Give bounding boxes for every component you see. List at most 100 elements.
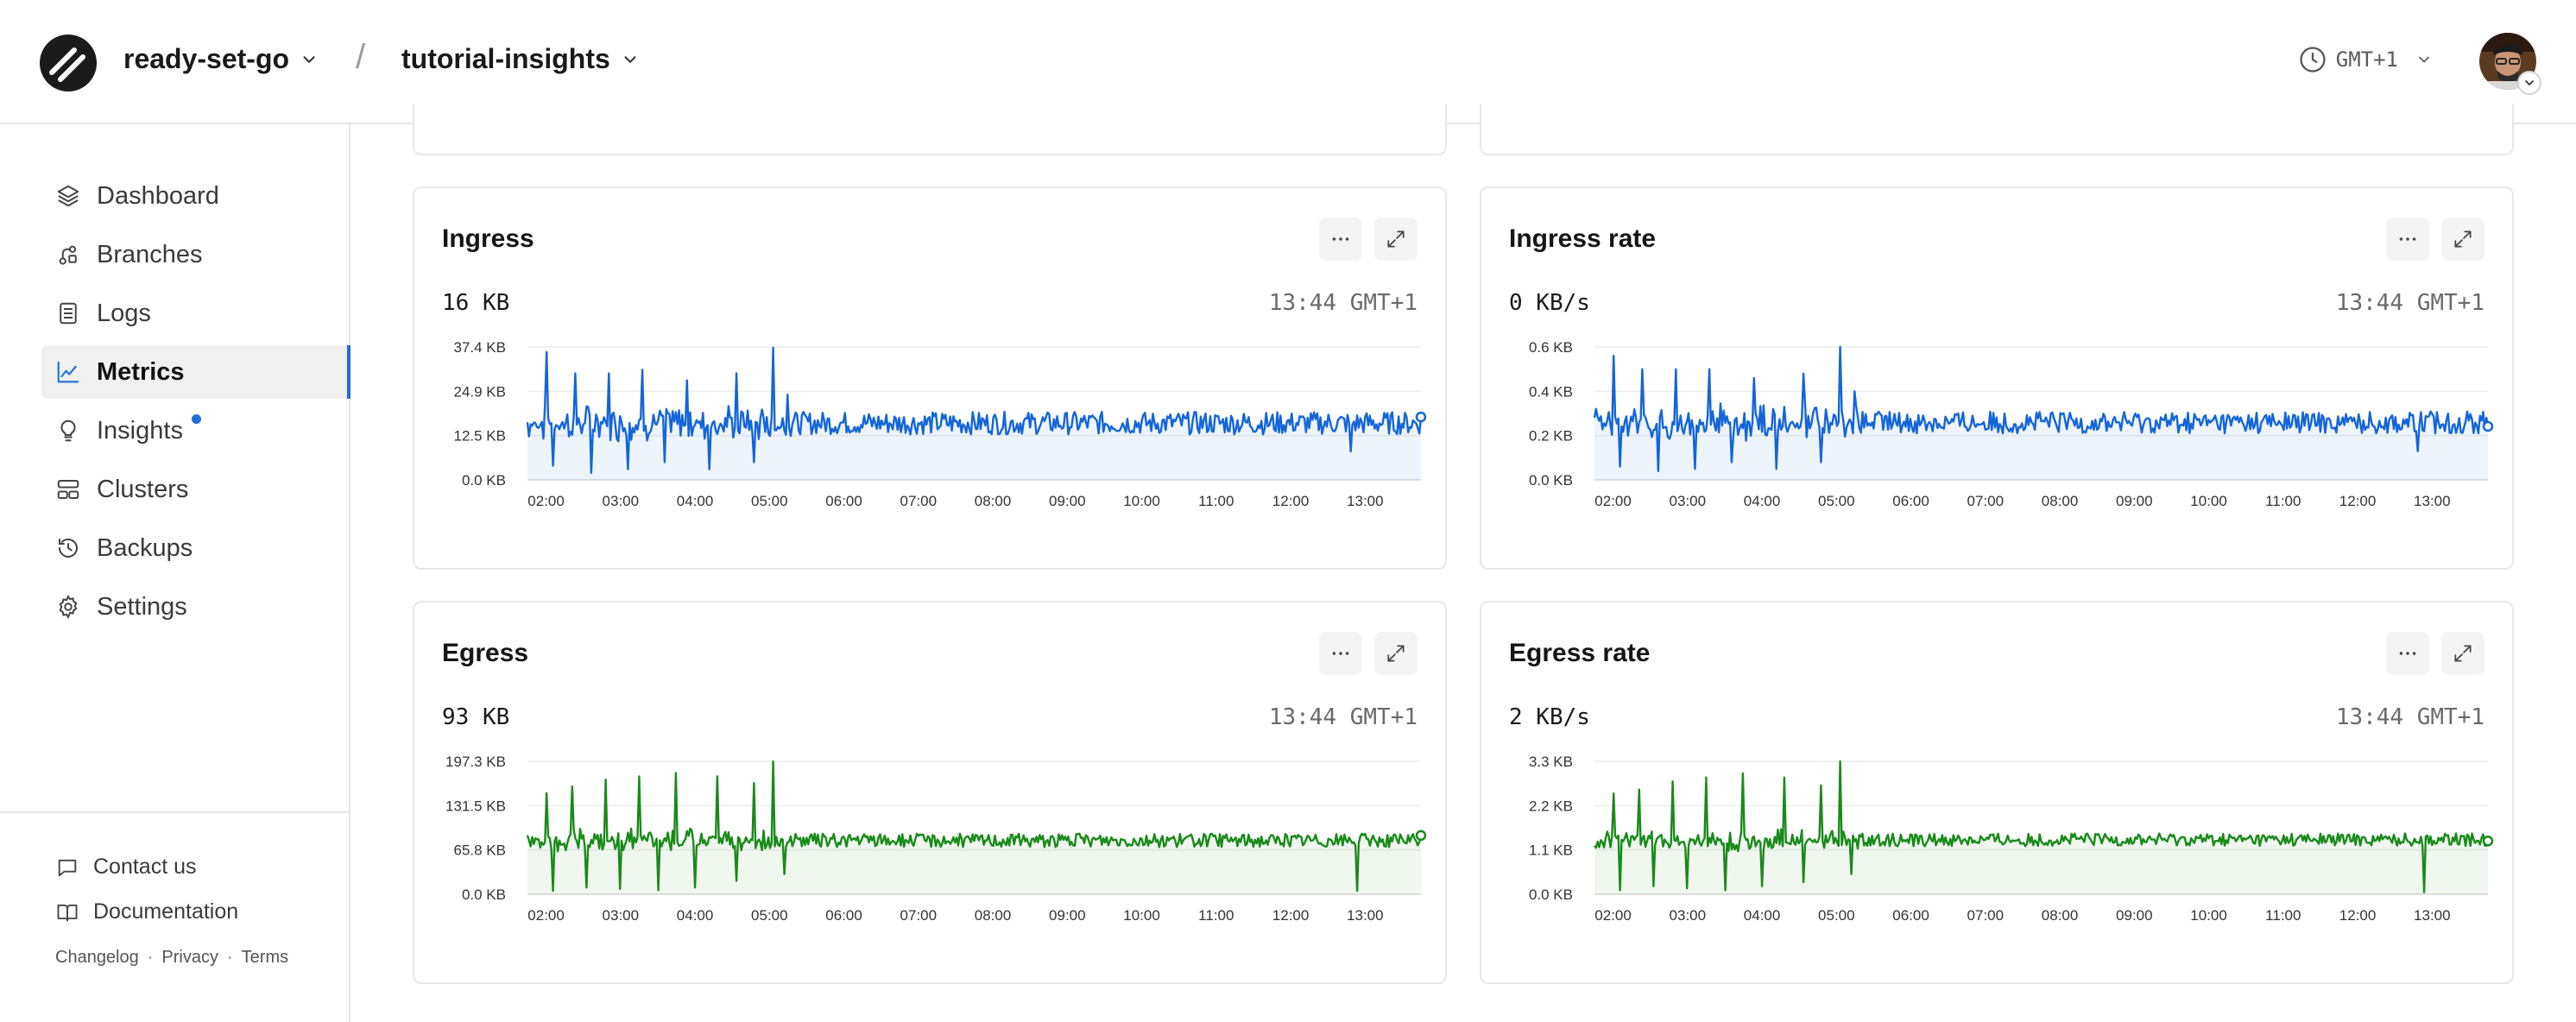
branch-icon xyxy=(59,245,77,265)
x-tick-label: 12:00 xyxy=(1272,907,1310,924)
sidebar-item-settings[interactable]: Settings xyxy=(41,580,349,634)
card-title: Egress rate xyxy=(1509,639,1651,667)
sidebar-item-branches[interactable]: Branches xyxy=(41,228,349,281)
x-tick-label: 03:00 xyxy=(603,907,640,924)
x-tick-label: 06:00 xyxy=(825,493,862,509)
x-tick-label: 09:00 xyxy=(2116,493,2153,509)
legal-separator: · xyxy=(147,948,154,967)
expand-button[interactable] xyxy=(1374,218,1417,261)
expand-button[interactable] xyxy=(2441,632,2484,675)
x-tick-label: 05:00 xyxy=(1818,907,1855,924)
latest-point-marker xyxy=(1415,830,1427,842)
privacy-link[interactable]: Privacy xyxy=(161,948,218,968)
sidebar-item-label: Settings xyxy=(97,592,187,621)
series-area xyxy=(1594,347,2488,480)
notification-dot xyxy=(192,414,201,424)
sidebar-item-backups[interactable]: Backups xyxy=(41,521,349,575)
clusters-icon xyxy=(57,480,79,499)
chevron-down-icon xyxy=(2419,56,2429,63)
document-icon xyxy=(60,302,77,325)
sidebar-item-label: Insights xyxy=(97,416,183,445)
user-avatar[interactable] xyxy=(2479,33,2541,95)
more-options-button[interactable] xyxy=(2386,632,2429,675)
y-tick-label: 65.8 KB xyxy=(454,842,507,859)
x-tick-label: 07:00 xyxy=(1967,493,2005,509)
avatar-menu-badge xyxy=(2517,71,2541,95)
layers-icon xyxy=(57,185,79,207)
documentation-link[interactable]: Documentation xyxy=(55,899,238,924)
expand-button[interactable] xyxy=(2441,218,2484,261)
sidebar-item-label: Branches xyxy=(97,240,203,268)
expand-button[interactable] xyxy=(1374,632,1417,675)
book-icon xyxy=(57,904,78,921)
metric-card-ingress: Ingress 16 KB 13:44 GMT+1 0.0 KB 12.5 KB 2… xyxy=(413,186,1447,570)
x-tick-label: 10:00 xyxy=(2190,907,2227,924)
x-tick-label: 08:00 xyxy=(975,493,1012,509)
timezone-label: GMT+1 xyxy=(2335,47,2398,72)
sidebar-item-logs[interactable]: Logs xyxy=(41,287,349,340)
project-name: tutorial-insights xyxy=(401,43,610,74)
changelog-link[interactable]: Changelog xyxy=(55,948,139,968)
terms-link[interactable]: Terms xyxy=(242,948,288,968)
breadcrumb-separator: / xyxy=(356,38,366,76)
sidebar-item-insights[interactable]: Insights xyxy=(41,404,349,457)
sidebar: Dashboard Branches Logs Metrics Insights… xyxy=(0,124,350,1022)
y-tick-label: 37.4 KB xyxy=(454,339,507,356)
metric-card-partial xyxy=(413,104,1447,155)
chevron-down-icon xyxy=(303,55,315,63)
metric-value: 93 KB xyxy=(442,704,510,730)
more-options-button[interactable] xyxy=(1319,632,1362,675)
x-tick-label: 02:00 xyxy=(527,907,565,924)
metric-timestamp: 13:44 GMT+1 xyxy=(2335,704,2484,730)
app-logo[interactable] xyxy=(40,35,97,91)
y-tick-label: 0.2 KB xyxy=(1529,428,1573,445)
x-tick-label: 06:00 xyxy=(1892,907,1929,924)
sidebar-item-clusters[interactable]: Clusters xyxy=(41,463,349,516)
sidebar-item-label: Logs xyxy=(97,299,151,327)
history-icon xyxy=(59,538,78,558)
x-tick-label: 02:00 xyxy=(1594,493,1632,509)
x-tick-label: 07:00 xyxy=(900,493,938,509)
org-switcher[interactable]: ready-set-go xyxy=(123,43,319,75)
x-tick-label: 08:00 xyxy=(2042,493,2079,509)
x-tick-label: 11:00 xyxy=(1198,493,1234,509)
timezone-selector[interactable]: GMT+1 xyxy=(2298,45,2433,74)
latest-point-marker xyxy=(2482,836,2494,847)
metric-value: 16 KB xyxy=(442,290,510,316)
sidebar-item-label: Metrics xyxy=(97,357,185,386)
clock-icon xyxy=(2300,47,2326,73)
more-options-button[interactable] xyxy=(1319,218,1362,261)
more-horizontal-icon xyxy=(1332,652,1349,655)
card-title: Ingress rate xyxy=(1509,224,1657,253)
y-tick-label: 2.2 KB xyxy=(1529,798,1573,814)
y-tick-label: 1.1 KB xyxy=(1529,842,1573,859)
expand-icon xyxy=(1387,645,1405,662)
x-tick-label: 02:00 xyxy=(1594,907,1632,924)
x-tick-label: 09:00 xyxy=(2116,907,2153,924)
metric-value: 0 KB/s xyxy=(1509,290,1590,316)
x-tick-label: 04:00 xyxy=(677,493,714,509)
x-tick-label: 12:00 xyxy=(2339,493,2377,509)
metric-card-egress: Egress 93 KB 13:44 GMT+1 0.0 KB 65.8 KB 13… xyxy=(413,601,1447,984)
metric-timestamp: 13:44 GMT+1 xyxy=(2335,290,2484,316)
chevron-down-icon xyxy=(624,55,636,63)
y-tick-label: 0.6 KB xyxy=(1529,339,1573,356)
x-tick-label: 09:00 xyxy=(1049,493,1086,509)
sidebar-item-dashboard[interactable]: Dashboard xyxy=(41,169,349,223)
contact-us-link[interactable]: Contact us xyxy=(55,855,197,880)
metric-timestamp: 13:44 GMT+1 xyxy=(1268,704,1417,730)
more-options-button[interactable] xyxy=(2386,218,2429,261)
y-tick-label: 24.9 KB xyxy=(454,383,507,400)
x-tick-label: 10:00 xyxy=(2190,493,2227,509)
project-switcher[interactable]: tutorial-insights xyxy=(401,43,640,75)
sidebar-item-metrics[interactable]: Metrics xyxy=(41,345,350,399)
x-tick-label: 08:00 xyxy=(975,907,1012,924)
metric-card-partial xyxy=(1480,104,2514,155)
metric-timestamp: 13:44 GMT+1 xyxy=(1268,290,1417,316)
y-tick-label: 0.0 KB xyxy=(1529,886,1573,903)
x-tick-label: 11:00 xyxy=(1198,907,1234,924)
more-horizontal-icon xyxy=(2399,652,2416,655)
latest-point-marker xyxy=(1415,411,1427,423)
x-tick-label: 13:00 xyxy=(1347,493,1384,509)
x-tick-label: 03:00 xyxy=(603,493,640,509)
